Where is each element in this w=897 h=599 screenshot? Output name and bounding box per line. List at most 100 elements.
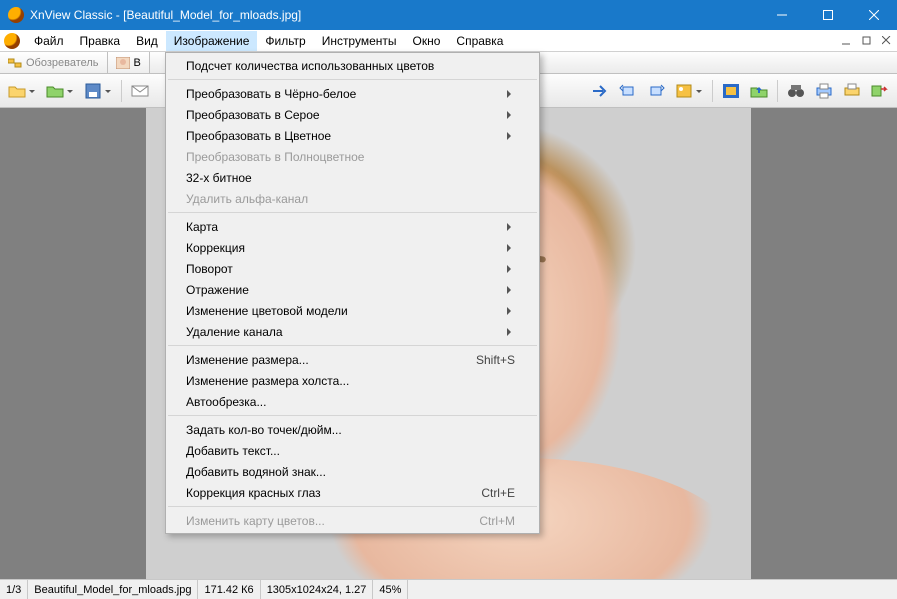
menu-item-label: Карта — [186, 220, 218, 234]
canvas-margin-right — [751, 108, 897, 579]
menu-item-shortcut: Shift+S — [476, 353, 515, 367]
menu-вид[interactable]: Вид — [128, 31, 166, 51]
status-filesize: 171.42 К6 — [198, 580, 260, 599]
binoculars-button[interactable] — [783, 78, 809, 104]
menu-item[interactable]: Изменение размера холста... — [166, 370, 539, 391]
rotate-right-button[interactable] — [643, 78, 669, 104]
menu-item-label: Автообрезка... — [186, 395, 266, 409]
chevron-right-icon — [507, 286, 515, 294]
image-fit-icon — [675, 83, 693, 99]
menu-item-shortcut: Ctrl+M — [479, 514, 515, 528]
tab-label: B — [134, 57, 141, 69]
rotate-right-icon — [647, 83, 665, 99]
chevron-right-icon — [507, 132, 515, 140]
window-titlebar: XnView Classic - [Beautiful_Model_for_ml… — [0, 0, 897, 30]
close-button[interactable] — [851, 0, 897, 30]
status-filename: Beautiful_Model_for_mloads.jpg — [28, 580, 198, 599]
menu-item[interactable]: Изменение цветовой модели — [166, 300, 539, 321]
status-dimensions: 1305x1024x24, 1.27 — [261, 580, 374, 599]
menu-item[interactable]: Карта — [166, 216, 539, 237]
tab-image[interactable]: B — [108, 52, 150, 73]
open-button[interactable] — [4, 78, 40, 104]
menu-item[interactable]: Задать кол-во точек/дюйм... — [166, 419, 539, 440]
chevron-right-icon — [507, 90, 515, 98]
menu-изображение[interactable]: Изображение — [166, 31, 258, 51]
menu-item[interactable]: Добавить водяной знак... — [166, 461, 539, 482]
menu-фильтр[interactable]: Фильтр — [257, 31, 313, 51]
menu-item[interactable]: Коррекция красных глазCtrl+E — [166, 482, 539, 503]
menu-item[interactable]: Добавить текст... — [166, 440, 539, 461]
menu-item-label: Изменение размера... — [186, 353, 309, 367]
fullscreen-icon — [722, 83, 740, 99]
menu-item[interactable]: Автообрезка... — [166, 391, 539, 412]
menu-справка[interactable]: Справка — [448, 31, 511, 51]
folder-open-icon — [8, 83, 26, 99]
chevron-right-icon — [507, 244, 515, 252]
menu-item[interactable]: Изменение размера... Shift+S — [166, 349, 539, 370]
fit-button[interactable] — [671, 78, 707, 104]
menu-item-label: Отражение — [186, 283, 249, 297]
fullscreen-button[interactable] — [718, 78, 744, 104]
menu-item-label: Изменение цветовой модели — [186, 304, 348, 318]
menu-item-label: Добавить текст... — [186, 444, 280, 458]
menu-item-label: Изменить карту цветов... — [186, 514, 325, 528]
printer-icon — [815, 83, 833, 99]
browse-button[interactable] — [42, 78, 78, 104]
menu-правка[interactable]: Правка — [72, 31, 129, 51]
menu-item[interactable]: 32-х битное — [166, 167, 539, 188]
window-title: XnView Classic - [Beautiful_Model_for_ml… — [30, 8, 759, 22]
status-zoom: 45% — [373, 580, 408, 599]
toolbar-separator — [121, 80, 122, 102]
chevron-right-icon — [507, 307, 515, 315]
convert-icon — [871, 83, 889, 99]
rotate-left-button[interactable] — [615, 78, 641, 104]
folder-up-icon — [750, 83, 768, 99]
menu-item-label: Преобразовать в Чёрно-белое — [186, 87, 356, 101]
menu-item-label: Преобразовать в Серое — [186, 108, 320, 122]
convert-button[interactable] — [867, 78, 893, 104]
print-button[interactable] — [811, 78, 837, 104]
mdi-minimize-button[interactable] — [838, 32, 856, 50]
menu-item[interactable]: Удаление канала — [166, 321, 539, 342]
menu-item-label: Добавить водяной знак... — [186, 465, 326, 479]
slideshow-button[interactable] — [746, 78, 772, 104]
menu-separator — [168, 415, 537, 416]
nav-next-button[interactable] — [587, 78, 613, 104]
rotate-left-icon — [619, 83, 637, 99]
image-menu-dropdown: Подсчет количества использованных цветов… — [165, 52, 540, 534]
menu-item[interactable]: Коррекция — [166, 237, 539, 258]
mdi-close-button[interactable] — [878, 32, 896, 50]
mail-icon — [131, 83, 149, 99]
menu-item-label: Преобразовать в Полноцветное — [186, 150, 364, 164]
image-thumb-icon — [116, 57, 130, 69]
status-spacer — [408, 580, 897, 599]
menu-инструменты[interactable]: Инструменты — [314, 31, 405, 51]
menu-item: Преобразовать в Полноцветное — [166, 146, 539, 167]
mdi-restore-button[interactable] — [858, 32, 876, 50]
menu-окно[interactable]: Окно — [405, 31, 449, 51]
menu-item[interactable]: Поворот — [166, 258, 539, 279]
save-button[interactable] — [80, 78, 116, 104]
maximize-button[interactable] — [805, 0, 851, 30]
menu-item[interactable]: Преобразовать в Серое — [166, 104, 539, 125]
toolbar-separator — [777, 80, 778, 102]
menu-item[interactable]: Подсчет количества использованных цветов — [166, 55, 539, 76]
menu-файл[interactable]: Файл — [26, 31, 72, 51]
menu-item-label: Преобразовать в Цветное — [186, 129, 331, 143]
tab-label: Обозреватель — [26, 57, 99, 69]
status-bar: 1/3 Beautiful_Model_for_mloads.jpg 171.4… — [0, 579, 897, 599]
menu-separator — [168, 345, 537, 346]
menu-item-label: Задать кол-во точек/дюйм... — [186, 423, 342, 437]
scan-button[interactable] — [839, 78, 865, 104]
folder-green-icon — [46, 83, 64, 99]
mail-button[interactable] — [127, 78, 153, 104]
menu-item[interactable]: Преобразовать в Цветное — [166, 125, 539, 146]
canvas-margin-left — [0, 108, 146, 579]
menu-item[interactable]: Преобразовать в Чёрно-белое — [166, 83, 539, 104]
menu-item[interactable]: Отражение — [166, 279, 539, 300]
menu-separator — [168, 79, 537, 80]
tab-browser[interactable]: Обозреватель — [0, 52, 108, 73]
menu-separator — [168, 506, 537, 507]
minimize-button[interactable] — [759, 0, 805, 30]
floppy-icon — [84, 83, 102, 99]
